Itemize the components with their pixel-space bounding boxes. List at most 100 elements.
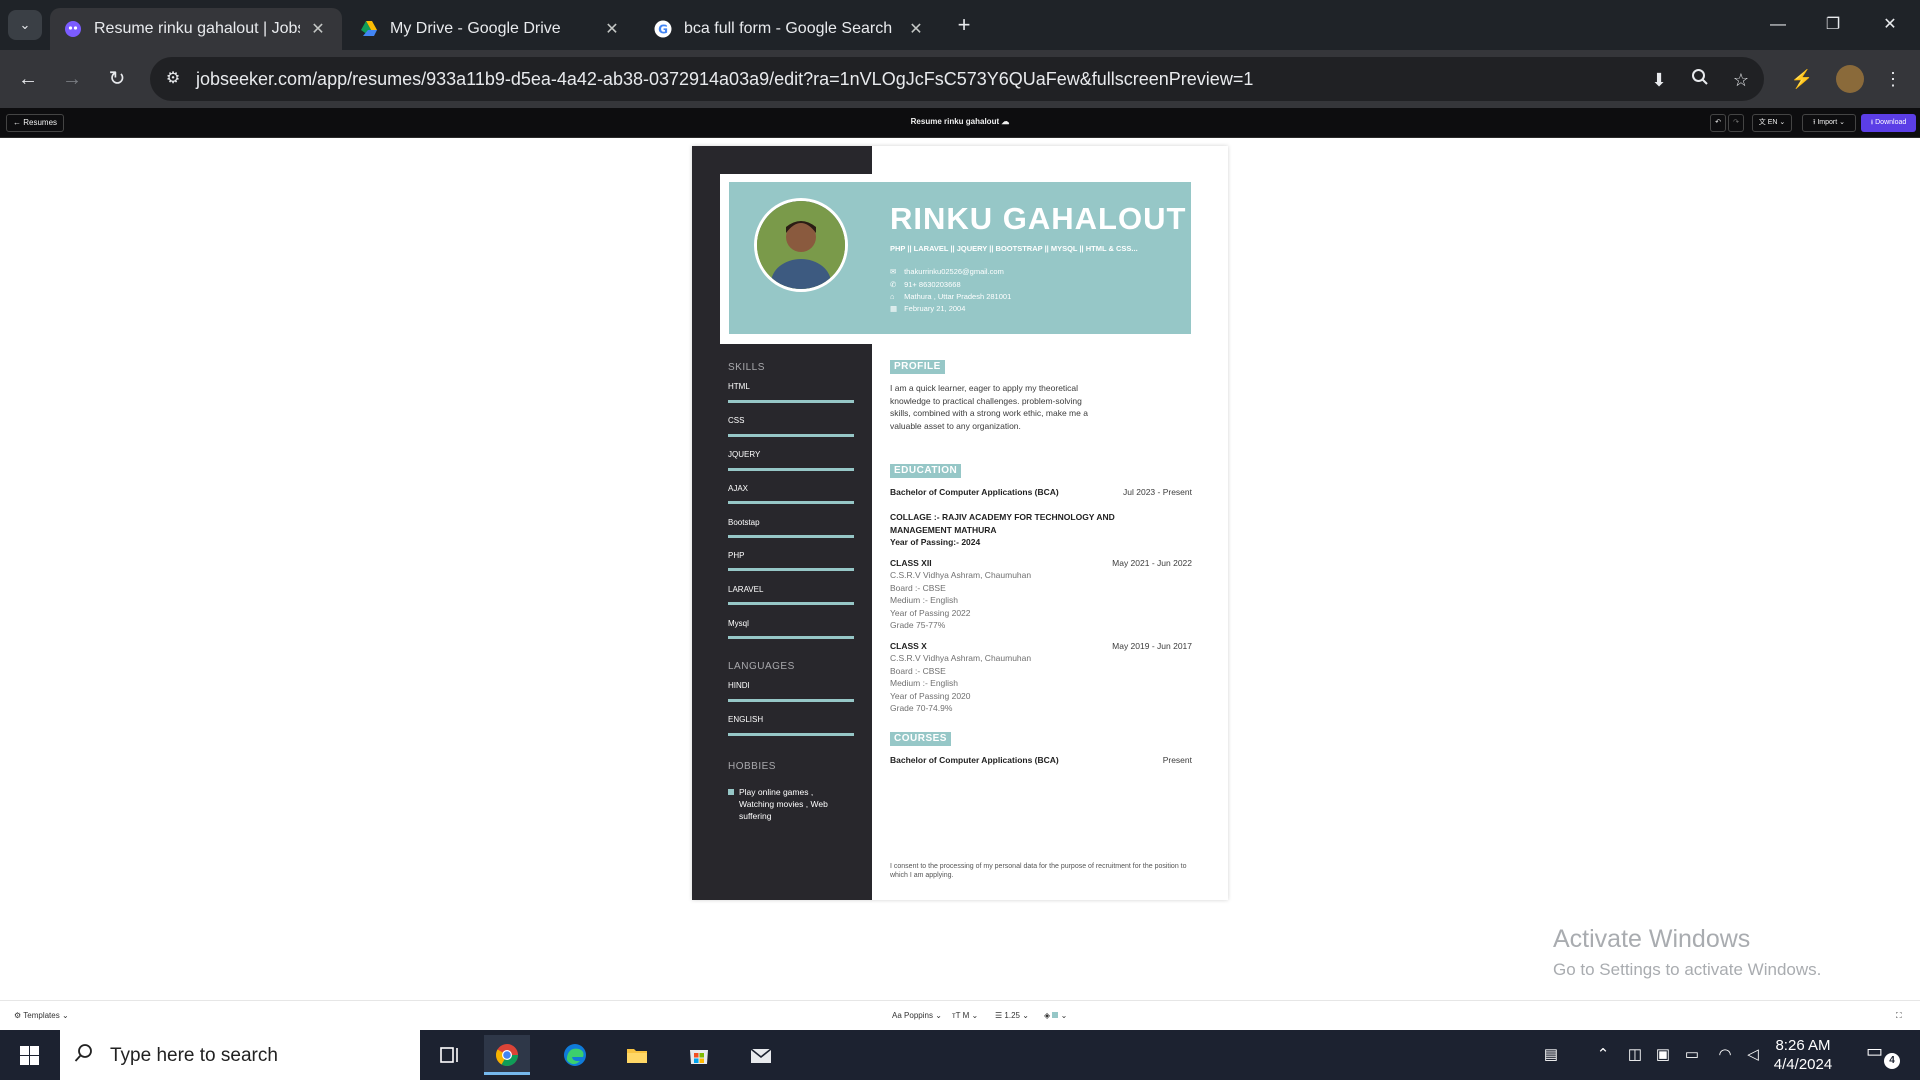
education-detail[interactable]: Board :- CBSE bbox=[890, 665, 946, 678]
system-clock[interactable]: 8:26 AM 4/4/2024 bbox=[1758, 1036, 1848, 1074]
tab-google-drive[interactable]: My Drive - Google Drive ✕ bbox=[346, 8, 636, 50]
profile-text[interactable]: I am a quick learner, eager to apply my … bbox=[890, 382, 1100, 432]
contact-address[interactable]: ⌂ Mathura , Uttar Pradesh 281001 bbox=[890, 292, 1011, 301]
news-widget-icon[interactable]: ▤ bbox=[1536, 1045, 1566, 1063]
bookmark-star-icon[interactable]: ☆ bbox=[1728, 67, 1754, 93]
address-bar[interactable]: ⚙ jobseeker.com/app/resumes/933a11b9-d5e… bbox=[150, 57, 1764, 101]
skill-item[interactable]: LARAVEL bbox=[728, 585, 763, 594]
education-detail[interactable]: Board :- CBSE bbox=[890, 582, 946, 595]
taskbar-edge[interactable] bbox=[552, 1035, 598, 1075]
reload-button[interactable]: ↻ bbox=[101, 63, 133, 95]
wifi-icon[interactable]: ◠ bbox=[1714, 1045, 1736, 1063]
profile-photo[interactable] bbox=[754, 198, 848, 292]
language-value: EN bbox=[1767, 119, 1778, 126]
download-icon: ⭳ bbox=[1870, 119, 1874, 126]
skill-item[interactable]: PHP bbox=[728, 551, 744, 560]
extensions-icon[interactable]: ⚡ bbox=[1786, 63, 1818, 95]
battery-icon[interactable]: ▭ bbox=[1681, 1045, 1703, 1063]
candidate-name[interactable]: RINKU GAHALOUT bbox=[890, 201, 1186, 237]
import-button[interactable]: ⭱ Import ⌄ bbox=[1802, 114, 1856, 132]
languages-heading[interactable]: LANGUAGES bbox=[728, 661, 795, 672]
close-tab-icon[interactable]: ✕ bbox=[602, 19, 622, 39]
education-detail[interactable]: Year of Passing 2022 bbox=[890, 607, 971, 620]
close-window-button[interactable]: ✕ bbox=[1870, 10, 1910, 40]
skill-item[interactable]: CSS bbox=[728, 416, 744, 425]
close-tab-icon[interactable]: ✕ bbox=[906, 19, 926, 39]
tab-resume[interactable]: Resume rinku gahalout | Jobseeker ✕ bbox=[50, 8, 342, 50]
education-detail[interactable]: Year of Passing 2020 bbox=[890, 690, 971, 703]
profile-heading[interactable]: PROFILE bbox=[890, 360, 945, 374]
browser-tab-strip: ⌄ Resume rinku gahalout | Jobseeker ✕ My… bbox=[0, 0, 1920, 50]
education-detail[interactable]: Grade 70-74.9% bbox=[890, 702, 952, 715]
windows-start-button[interactable] bbox=[0, 1030, 58, 1080]
education-title[interactable]: Bachelor of Computer Applications (BCA) bbox=[890, 486, 1060, 499]
device-icon[interactable]: ▣ bbox=[1652, 1045, 1674, 1063]
tab-title: Resume rinku gahalout | Jobseeker bbox=[94, 20, 300, 37]
education-dates: May 2019 - Jun 2017 bbox=[1112, 641, 1192, 651]
education-title[interactable]: CLASS X bbox=[890, 640, 927, 653]
color-select[interactable]: ◈ ⌄ bbox=[1044, 1011, 1067, 1020]
taskbar-store[interactable] bbox=[676, 1035, 722, 1075]
forward-button[interactable]: → bbox=[56, 63, 88, 95]
url-text[interactable]: jobseeker.com/app/resumes/933a11b9-d5ea-… bbox=[196, 69, 1253, 90]
education-detail[interactable]: COLLAGE :- RAJIV ACADEMY FOR TECHNOLOGY … bbox=[890, 511, 1130, 536]
taskbar-file-explorer[interactable] bbox=[614, 1035, 660, 1075]
education-detail[interactable]: Grade 75-77% bbox=[890, 619, 945, 632]
task-view-button[interactable] bbox=[427, 1035, 473, 1075]
skill-item[interactable]: HTML bbox=[728, 382, 750, 391]
courses-heading[interactable]: COURSES bbox=[890, 732, 951, 746]
consent-text[interactable]: I consent to the processing of my person… bbox=[890, 862, 1190, 880]
education-detail[interactable]: Year of Passing:- 2024 bbox=[890, 536, 980, 549]
taskbar-search-box[interactable]: Type here to search bbox=[60, 1030, 420, 1080]
zoom-icon[interactable] bbox=[1687, 67, 1713, 93]
hobbies-heading[interactable]: HOBBIES bbox=[728, 761, 776, 772]
minimize-window-button[interactable]: — bbox=[1758, 10, 1798, 40]
contact-phone[interactable]: ✆ 91+ 8630203668 bbox=[890, 280, 961, 289]
skill-item[interactable]: JQUERY bbox=[728, 450, 760, 459]
undo-button[interactable]: ↶ bbox=[1710, 114, 1726, 132]
education-detail[interactable]: C.S.R.V Vidhya Ashram, Chaumuhan bbox=[890, 569, 1031, 582]
hobby-item[interactable]: Play online games , Watching movies , We… bbox=[728, 786, 848, 822]
redo-button[interactable]: ↷ bbox=[1728, 114, 1744, 132]
browser-menu-icon[interactable]: ⋮ bbox=[1877, 63, 1909, 95]
line-spacing-select[interactable]: ☰ 1.25 ⌄ bbox=[995, 1011, 1029, 1020]
back-button[interactable]: ← bbox=[12, 63, 44, 95]
language-item[interactable]: HINDI bbox=[728, 681, 750, 690]
restore-window-button[interactable]: ❐ bbox=[1813, 10, 1853, 40]
profile-avatar[interactable] bbox=[1836, 65, 1864, 93]
close-tab-icon[interactable]: ✕ bbox=[308, 19, 328, 39]
contact-birthdate[interactable]: ▦ February 21, 2004 bbox=[890, 304, 965, 313]
jobseeker-favicon-icon bbox=[64, 20, 82, 38]
site-info-icon[interactable]: ⚙ bbox=[162, 68, 184, 90]
font-size-select[interactable]: ᴛT M ⌄ bbox=[952, 1011, 978, 1020]
language-item[interactable]: ENGLISH bbox=[728, 715, 763, 724]
new-tab-button[interactable]: + bbox=[950, 12, 978, 40]
font-select[interactable]: Aa Poppins ⌄ bbox=[892, 1011, 942, 1020]
education-detail[interactable]: C.S.R.V Vidhya Ashram, Chaumuhan bbox=[890, 652, 1031, 665]
show-hidden-icons-icon[interactable]: ⌃ bbox=[1592, 1045, 1614, 1063]
education-detail[interactable]: Medium :- English bbox=[890, 594, 958, 607]
education-heading[interactable]: EDUCATION bbox=[890, 464, 962, 478]
contact-email[interactable]: ✉ thakurrinku02526@gmail.com bbox=[890, 267, 1004, 276]
templates-button[interactable]: ⚙ Templates ⌄ bbox=[14, 1011, 69, 1020]
course-title[interactable]: Bachelor of Computer Applications (BCA) bbox=[890, 754, 1060, 767]
phone-icon: ✆ bbox=[890, 280, 897, 289]
skill-item[interactable]: Bootstap bbox=[728, 518, 760, 527]
skill-item[interactable]: AJAX bbox=[728, 484, 748, 493]
taskbar-mail[interactable] bbox=[738, 1035, 784, 1075]
meet-now-icon[interactable]: ◫ bbox=[1624, 1045, 1646, 1063]
install-app-icon[interactable]: ⬇ bbox=[1646, 67, 1672, 93]
education-title[interactable]: CLASS XII bbox=[890, 557, 932, 570]
candidate-tagline[interactable]: PHP || LARAVEL || JQUERY || BOOTSTRAP ||… bbox=[890, 244, 1138, 253]
tab-search-button[interactable]: ⌄ bbox=[8, 10, 42, 40]
tab-google-search[interactable]: G bca full form - Google Search ✕ bbox=[640, 8, 940, 50]
line-spacing-icon: ☰ bbox=[995, 1011, 1003, 1020]
fullscreen-icon[interactable]: ⛶ bbox=[1896, 1011, 1902, 1021]
skill-item[interactable]: Mysql bbox=[728, 619, 749, 628]
skills-heading[interactable]: SKILLS bbox=[728, 362, 765, 373]
notification-center-button[interactable]: ▭ 4 bbox=[1866, 1041, 1900, 1069]
download-button[interactable]: ⭳ Download bbox=[1861, 114, 1916, 132]
language-select[interactable]: 文 EN ⌄ bbox=[1752, 114, 1792, 132]
taskbar-chrome[interactable] bbox=[484, 1035, 530, 1075]
education-detail[interactable]: Medium :- English bbox=[890, 677, 958, 690]
